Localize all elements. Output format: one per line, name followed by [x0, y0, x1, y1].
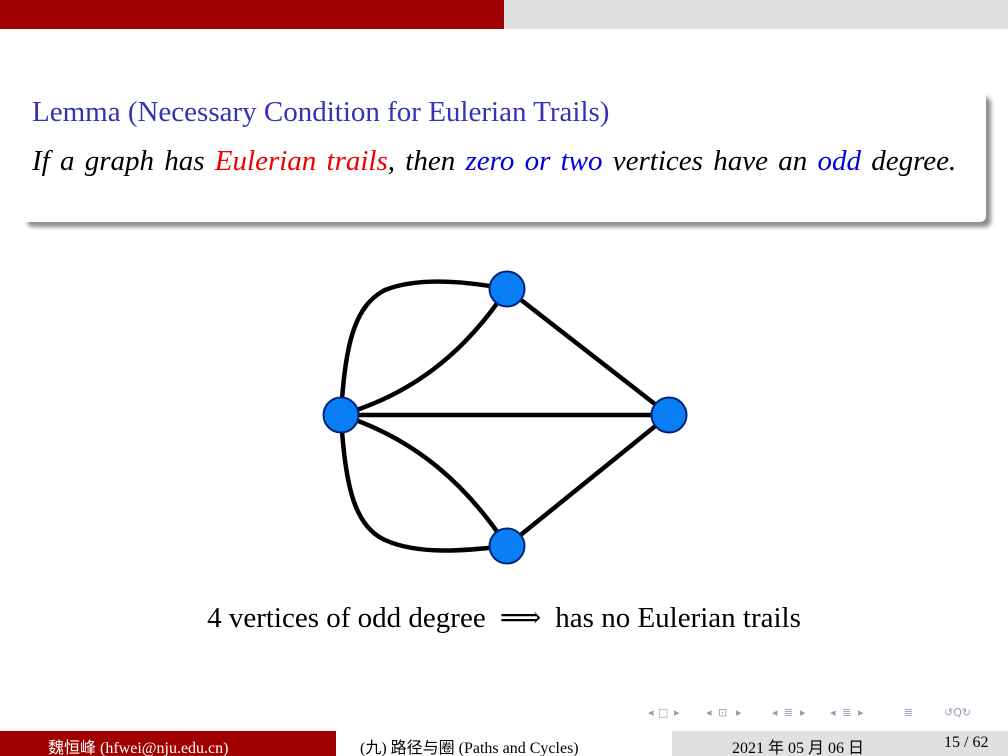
vertex-top	[488, 270, 526, 308]
footer-author-panel: 魏恒峰 (hfwei@nju.edu.cn)	[0, 731, 336, 756]
edge-bottom-right	[504, 412, 672, 549]
progress-bar	[0, 0, 1008, 29]
subsubsection-next-icon[interactable]: ▸	[858, 706, 864, 719]
footer-page-number: 15 / 62	[944, 734, 989, 751]
footer-title-panel: (九) 路径与圈 (Paths and Cycles)	[336, 731, 672, 756]
footer-author: 魏恒峰 (hfwei@nju.edu.cn)	[48, 740, 229, 756]
subsection-next-icon[interactable]: ▸	[736, 706, 742, 719]
section-next-icon[interactable]: ▸	[800, 706, 806, 719]
section-prev-icon[interactable]: ◂	[772, 706, 778, 719]
footer-title: (九) 路径与圈 (Paths and Cycles)	[360, 740, 579, 756]
subsection-icon[interactable]: ⊡	[718, 706, 727, 719]
lemma-text: If a graph has	[32, 145, 215, 177]
lemma-emph-eulerian-trails: Eulerian trails	[214, 145, 388, 177]
edge-left-top-inner	[338, 286, 510, 418]
footer-date: 2021 年 05 月 06 日	[732, 740, 865, 756]
lemma-emph-zero-or-two: zero or two	[465, 145, 603, 177]
edge-top-right	[504, 286, 672, 418]
search-icon[interactable]: ↺Q↻	[944, 706, 971, 719]
vertex-left	[322, 396, 360, 434]
lemma-block: Lemma (Necessary Condition for Eulerian …	[22, 92, 986, 222]
slide: Lemma (Necessary Condition for Eulerian …	[0, 0, 1008, 756]
lemma-emph-odd: odd	[817, 145, 861, 177]
progress-bar-fill	[0, 0, 504, 29]
frame-icon[interactable]: □	[658, 706, 668, 719]
caption-premise: 4 vertices of odd degree	[207, 602, 486, 634]
frame-prev-icon[interactable]: ◂	[648, 706, 654, 719]
footer: 魏恒峰 (hfwei@nju.edu.cn) (九) 路径与圈 (Paths a…	[0, 731, 1008, 756]
lemma-title: Lemma (Necessary Condition for Eulerian …	[32, 96, 610, 128]
section-icon[interactable]: ≣	[784, 706, 793, 719]
beamer-navigation: ◂ □ ▸ ◂ ⊡ ▸ ◂ ≣ ▸ ◂ ≣ ▸ ≣ ↺Q↻	[648, 706, 1000, 726]
edge-left-bottom-outer	[338, 412, 510, 553]
toc-icon[interactable]: ≣	[904, 706, 913, 719]
subsubsection-icon[interactable]: ≣	[842, 706, 851, 719]
edge-left-bottom-inner	[338, 412, 510, 549]
lemma-statement: If a graph has Eulerian trails, then zer…	[32, 142, 962, 180]
lemma-text: degree.	[860, 145, 957, 177]
subsection-prev-icon[interactable]: ◂	[706, 706, 712, 719]
vertex-right	[650, 396, 688, 434]
edge-left-top-outer	[338, 279, 510, 418]
caption-conclusion: has no Eulerian trails	[555, 602, 801, 634]
footer-date-panel: 2021 年 05 月 06 日 15 / 62	[672, 731, 1008, 756]
implies-arrow: ⟹	[499, 600, 542, 634]
lemma-text: , then	[387, 145, 466, 177]
graph-caption: 4 vertices of odd degree ⟹ has no Eulerian…	[0, 600, 1008, 635]
vertex-bottom	[488, 527, 526, 565]
subsubsection-prev-icon[interactable]: ◂	[830, 706, 836, 719]
frame-next-icon[interactable]: ▸	[674, 706, 680, 719]
lemma-text: vertices have an	[602, 145, 818, 177]
